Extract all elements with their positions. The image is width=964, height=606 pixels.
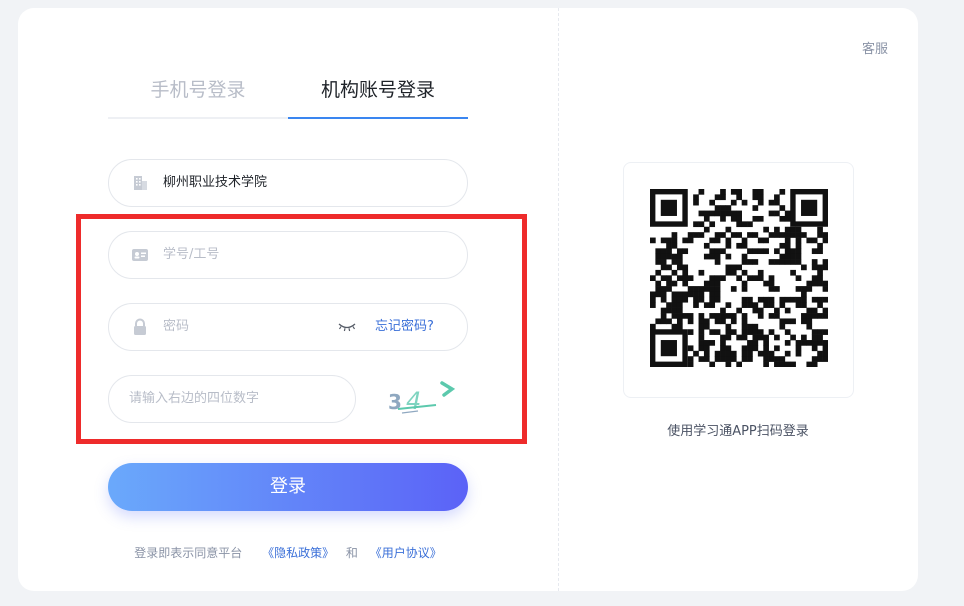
highlight-box: [76, 214, 527, 444]
login-tabs: 手机号登录 机构账号登录: [108, 70, 468, 120]
agreement-text: 登录即表示同意平台 《隐私政策》 和 《用户协议》: [108, 544, 468, 561]
institution-field[interactable]: 柳州职业技术学院: [108, 159, 468, 207]
privacy-policy-link[interactable]: 《隐私政策》: [262, 546, 334, 560]
tab-phone-login[interactable]: 手机号登录: [108, 70, 288, 118]
qr-caption: 使用学习通APP扫码登录: [667, 424, 809, 439]
login-card: 客服 手机号登录 机构账号登录 柳州职业技术学院 学号/工号 密码 忘记密码? …: [18, 8, 918, 591]
customer-service-link[interactable]: 客服: [862, 38, 888, 57]
tab-institution-login[interactable]: 机构账号登录: [288, 70, 468, 118]
institution-value: 柳州职业技术学院: [163, 175, 268, 190]
agreement-and: 和: [345, 546, 358, 560]
active-tab-indicator: [288, 117, 468, 119]
qr-code-box: [623, 162, 854, 398]
tab-underline: [108, 117, 288, 119]
login-button[interactable]: 登录: [108, 463, 468, 511]
panel-divider: [558, 8, 559, 591]
building-icon: [131, 174, 149, 192]
qr-code-image: [650, 189, 828, 367]
agreement-prefix: 登录即表示同意平台: [134, 546, 243, 560]
user-agreement-link[interactable]: 《用户协议》: [370, 546, 442, 560]
